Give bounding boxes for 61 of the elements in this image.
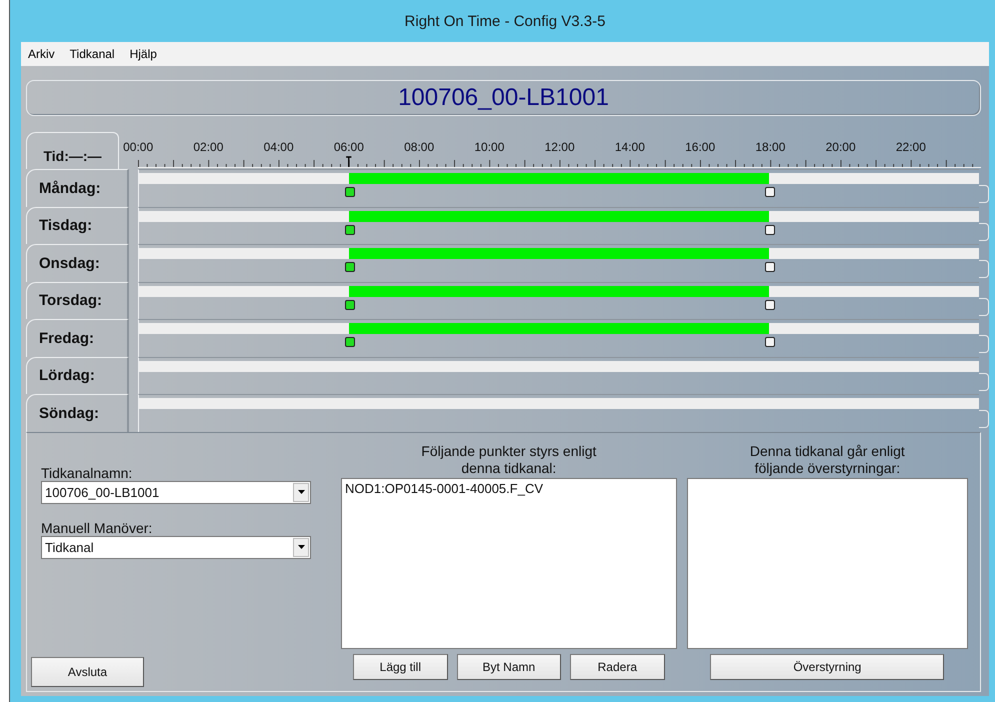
- handle[interactable]: [344, 262, 355, 272]
- schedule-track[interactable]: [138, 169, 980, 206]
- channel-name-banner: 100706_00-LB1001: [26, 80, 981, 116]
- handle[interactable]: [344, 224, 355, 234]
- hour-label: 04:00: [262, 140, 295, 154]
- field-label: Manuell Manöver:: [41, 520, 154, 536]
- schedule-track[interactable]: [138, 282, 980, 319]
- day-tab[interactable]: Lördag:: [26, 356, 129, 394]
- row-end-bracket: [979, 185, 989, 203]
- points-heading: Följande punkter styrs enligt denna tidkanal:: [420, 442, 598, 476]
- hour-label: 22:00: [894, 140, 927, 154]
- hour-label: 02:00: [192, 140, 224, 154]
- channel-name-dropdown[interactable]: 100706_00-LB1001: [41, 480, 311, 504]
- overrides-heading: Denna tidkanal går enligt följande överstyrningar:: [748, 442, 906, 476]
- day-tab[interactable]: Onsdag:: [26, 244, 129, 282]
- override-button[interactable]: Överstyrning: [710, 654, 944, 680]
- day-tab[interactable]: Måndag:: [26, 169, 129, 206]
- schedule-track[interactable]: [138, 244, 980, 282]
- row-end-bracket: [979, 372, 989, 390]
- row-end-bracket: [979, 335, 989, 353]
- day-tab[interactable]: Torsdag:: [26, 282, 129, 319]
- handle[interactable]: [764, 337, 775, 347]
- list-item[interactable]: NOD1:OP0145-0001-40005.F_CV: [345, 480, 673, 496]
- day-tab[interactable]: Fredag:: [26, 319, 129, 356]
- action-button[interactable]: Byt Namn: [456, 654, 561, 680]
- hour-label: 16:00: [684, 140, 716, 154]
- row-end-bracket: [979, 260, 989, 278]
- exit-button[interactable]: Avsluta: [31, 657, 144, 687]
- action-button[interactable]: Radera: [570, 654, 665, 680]
- action-button[interactable]: Lägg till: [352, 654, 448, 680]
- mode-dropdown[interactable]: Tidkanal: [41, 536, 311, 558]
- day-tab[interactable]: Tisdag:: [26, 206, 129, 244]
- day-tab[interactable]: Söndag:: [26, 394, 129, 432]
- schedule-track[interactable]: [138, 394, 980, 432]
- handle[interactable]: [344, 337, 355, 347]
- menu-item[interactable]: Arkiv: [28, 47, 55, 61]
- hour-label: 14:00: [614, 140, 646, 154]
- handle[interactable]: [764, 300, 775, 310]
- field-label: Tidkanalnamn:: [41, 464, 134, 480]
- hour-label: 12:00: [544, 140, 576, 154]
- row-end-bracket: [979, 222, 989, 240]
- handle[interactable]: [764, 187, 775, 197]
- handle[interactable]: [344, 300, 355, 310]
- handle[interactable]: [344, 187, 355, 197]
- row-end-bracket: [979, 410, 989, 428]
- handle[interactable]: [764, 224, 775, 234]
- menu-item[interactable]: Hjälp: [130, 47, 157, 61]
- window-title: Right On Time - Config V3.3-5: [404, 12, 606, 30]
- hour-label: 10:00: [473, 140, 506, 154]
- hour-label: 06:00: [332, 140, 365, 154]
- hour-label: 20:00: [824, 140, 857, 154]
- schedule-track[interactable]: [138, 206, 980, 244]
- schedule-track[interactable]: [138, 356, 980, 394]
- hour-label: 18:00: [754, 140, 786, 154]
- hour-label: 08:00: [403, 140, 436, 154]
- hour-label: 00:00: [122, 140, 154, 154]
- schedule-track[interactable]: [138, 319, 980, 356]
- points-list[interactable]: NOD1:OP0145-0001-40005.F_CV: [341, 478, 677, 648]
- handle[interactable]: [764, 262, 775, 272]
- row-end-bracket: [979, 298, 989, 316]
- menu-item[interactable]: Tidkanal: [70, 47, 115, 61]
